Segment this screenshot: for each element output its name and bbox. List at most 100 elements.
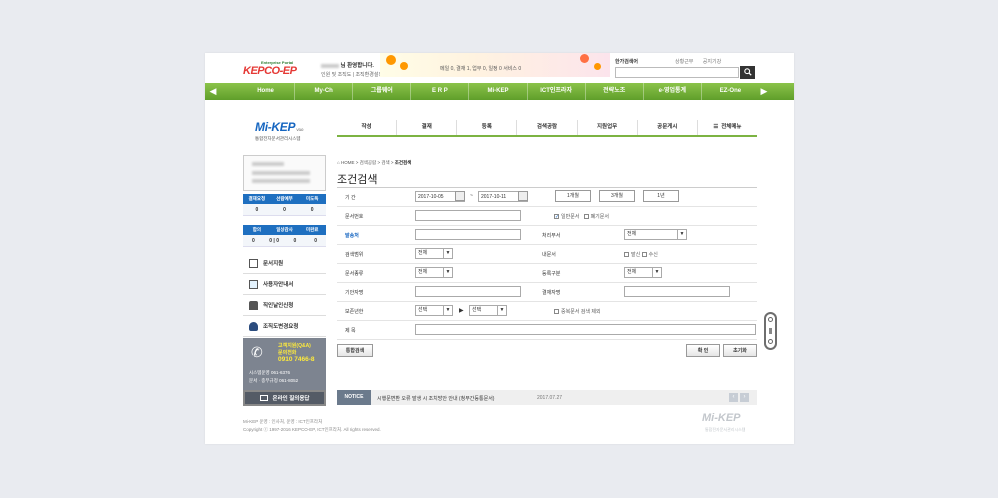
retention-from-select[interactable]: 선택 ▼ bbox=[415, 305, 453, 316]
notice-prev-icon[interactable]: ‹ bbox=[729, 393, 738, 402]
gnav-mi-kep[interactable]: Mi-KEP bbox=[469, 83, 528, 100]
tab-approval[interactable]: 결재 bbox=[397, 120, 458, 135]
mikep-logo[interactable]: Mi-KEPV3.0 bbox=[255, 120, 304, 134]
row-subject: 제 목 bbox=[337, 321, 757, 340]
search-input[interactable] bbox=[615, 67, 739, 78]
home-icon[interactable]: ⌂ bbox=[337, 160, 340, 165]
kepco-logo[interactable]: Enterprise Portal KEPCO-EP bbox=[243, 60, 315, 78]
calendar-icon[interactable] bbox=[518, 191, 528, 201]
notice-text[interactable]: 시행문변환 오류 발생 시 조치방안 안내 (청부간등통문서) bbox=[377, 395, 494, 402]
online-qa-label: 온라인 질의응답 bbox=[272, 396, 310, 402]
internal-label: 내문서 bbox=[542, 252, 556, 258]
scroll-bottom-icon[interactable] bbox=[768, 339, 773, 344]
subject-input[interactable] bbox=[415, 324, 756, 335]
menu-org-change[interactable]: 조직도변경요청 bbox=[243, 316, 326, 337]
doctype-select[interactable]: 전체 ▼ bbox=[415, 267, 453, 278]
stat2-head-1: 합의 bbox=[252, 227, 261, 232]
stat-val-3[interactable]: 0 bbox=[298, 204, 326, 215]
regtype-select[interactable]: 전체 ▼ bbox=[624, 267, 662, 278]
toplink-2[interactable]: 공지기강 bbox=[703, 59, 721, 65]
gnav-my-ch[interactable]: My-Ch bbox=[295, 83, 354, 100]
stat-val-2[interactable]: 0 bbox=[271, 204, 299, 215]
search-icon bbox=[743, 68, 752, 76]
logo-main: KEPCO-EP bbox=[243, 65, 297, 77]
menu-doc-support[interactable]: 문서지원 bbox=[243, 253, 326, 274]
stat-val-1[interactable]: 0 bbox=[243, 204, 271, 215]
help-qa[interactable]: 고객지원(Q&A) bbox=[278, 342, 311, 349]
calendar-icon[interactable] bbox=[455, 191, 465, 201]
integrated-search-button[interactable]: 통합검색 bbox=[337, 344, 373, 357]
online-qa-button[interactable]: 온라인 질의응답 bbox=[243, 390, 326, 406]
gnav-sales-stats[interactable]: e-영업통계 bbox=[644, 83, 702, 100]
side-menu: 문서지원 사용자안내서 직인날인신청 조직도변경요청 bbox=[243, 253, 326, 337]
range-3month-button[interactable]: 3개월 bbox=[599, 190, 635, 202]
row-doctype: 문서종류 전체 ▼ 등록구분 전체 ▼ bbox=[337, 264, 757, 283]
tab-write[interactable]: 작성 bbox=[337, 120, 398, 135]
retention-label: 보존년한 bbox=[345, 309, 364, 315]
nav-prev-icon[interactable]: ◀ bbox=[207, 85, 219, 98]
discard-doc-checkbox[interactable] bbox=[583, 214, 589, 220]
stat2-val-2[interactable]: 0 | 0 bbox=[264, 235, 285, 246]
toplink-1[interactable]: 상황근무 bbox=[675, 59, 693, 65]
footer-line-1: Mi-KEP 운영 : 인사처, 운영 : ICT인프라처 bbox=[243, 419, 323, 424]
stat2-val-1[interactable]: 0 bbox=[243, 235, 264, 246]
send-checkbox[interactable] bbox=[624, 252, 629, 258]
floating-scroll-widget[interactable] bbox=[764, 312, 777, 350]
phone-icon: ✆ bbox=[251, 344, 263, 360]
gnav-union[interactable]: 전략노조 bbox=[586, 83, 644, 100]
footer-logo: Mi-KEP bbox=[702, 412, 741, 424]
footer-line-2: Copyright ⓒ 1997-2016 KEPCO-EP, ICT인프라처.… bbox=[243, 427, 381, 432]
tab-support[interactable]: 지원업무 bbox=[578, 120, 638, 135]
book-icon bbox=[249, 279, 258, 289]
stat2-head-2: 일상감사 bbox=[276, 227, 293, 232]
general-doc-checkbox[interactable]: ✓ bbox=[554, 214, 559, 220]
crumb-2[interactable]: 검색 bbox=[381, 160, 389, 165]
welcome-links[interactable]: 인원 및 조직도 | 조직환경설정 bbox=[321, 71, 383, 78]
retention-to-select[interactable]: 선택 ▼ bbox=[469, 305, 507, 316]
crumb-home[interactable]: HOME bbox=[341, 160, 355, 165]
handling-dept-label: 처리부서 bbox=[542, 233, 561, 239]
drafter-input[interactable] bbox=[415, 286, 521, 297]
docnum-input[interactable] bbox=[415, 210, 521, 221]
scroll-top-icon[interactable] bbox=[768, 317, 773, 322]
welcome-text: 님 환영합니다. bbox=[321, 61, 374, 69]
sender-input[interactable] bbox=[415, 229, 521, 240]
approver-input[interactable] bbox=[624, 286, 730, 297]
doctype-checks: ✓ 일반문서 폐기문서 bbox=[554, 213, 609, 220]
stat2-val-4[interactable]: 0 bbox=[305, 235, 326, 246]
tab-notice[interactable]: 공문게시 bbox=[638, 120, 698, 135]
receive-checkbox[interactable] bbox=[641, 252, 647, 258]
stat2-val-3[interactable]: 0 bbox=[285, 235, 306, 246]
gnav-ict[interactable]: ICT인프라자 bbox=[528, 83, 586, 100]
tab-register[interactable]: 등록 bbox=[457, 120, 518, 135]
handling-dept-select[interactable]: 전체 ▼ bbox=[624, 229, 687, 240]
tab-all-menu[interactable]: ☰ 전체메뉴 bbox=[698, 120, 757, 135]
help-phone-label: 문의전화 bbox=[278, 350, 297, 356]
row-period: 기 간 2017-10-05 ~ 2017-10-11 1개월 3개월 1년 bbox=[337, 188, 757, 207]
range-1month-button[interactable]: 1개월 bbox=[555, 190, 591, 202]
status-summary[interactable]: 메일 0, 결재 1, 업무 0, 일정 0 서비스 0 bbox=[440, 65, 521, 72]
arrow-right-icon: ▶ bbox=[459, 308, 464, 314]
chevron-down-icon: ▼ bbox=[497, 306, 506, 315]
tab-search[interactable]: 검색공람 bbox=[517, 120, 578, 135]
gnav-erp[interactable]: E R P bbox=[411, 83, 470, 100]
gnav-home[interactable]: Home bbox=[237, 83, 296, 100]
crumb-current: 조건검색 bbox=[394, 160, 412, 165]
exclude-dup-checkbox[interactable] bbox=[554, 309, 559, 315]
scope-select[interactable]: 전체 ▼ bbox=[415, 248, 453, 259]
notice-tag: NOTICE bbox=[337, 390, 371, 405]
confirm-button[interactable]: 확 인 bbox=[686, 344, 720, 357]
nav-next-icon[interactable]: ▶ bbox=[758, 85, 770, 98]
menu-user-guide[interactable]: 사용자안내서 bbox=[243, 274, 326, 295]
regtype-label: 등록구분 bbox=[542, 271, 561, 277]
top-links: 상황근무 공지기강 bbox=[675, 58, 729, 65]
menu-label: 사용자안내서 bbox=[263, 282, 294, 288]
search-button[interactable] bbox=[740, 66, 755, 79]
menu-seal-request[interactable]: 직인날인신청 bbox=[243, 295, 326, 316]
reset-button[interactable]: 초기화 bbox=[723, 344, 757, 357]
notice-next-icon[interactable]: › bbox=[740, 393, 749, 402]
range-1year-button[interactable]: 1년 bbox=[643, 190, 679, 202]
gnav-groupware[interactable]: 그룹웨어 bbox=[353, 83, 412, 100]
crumb-1[interactable]: 검색공람 bbox=[360, 160, 377, 165]
gnav-ez-one[interactable]: EZ-One bbox=[702, 83, 759, 100]
